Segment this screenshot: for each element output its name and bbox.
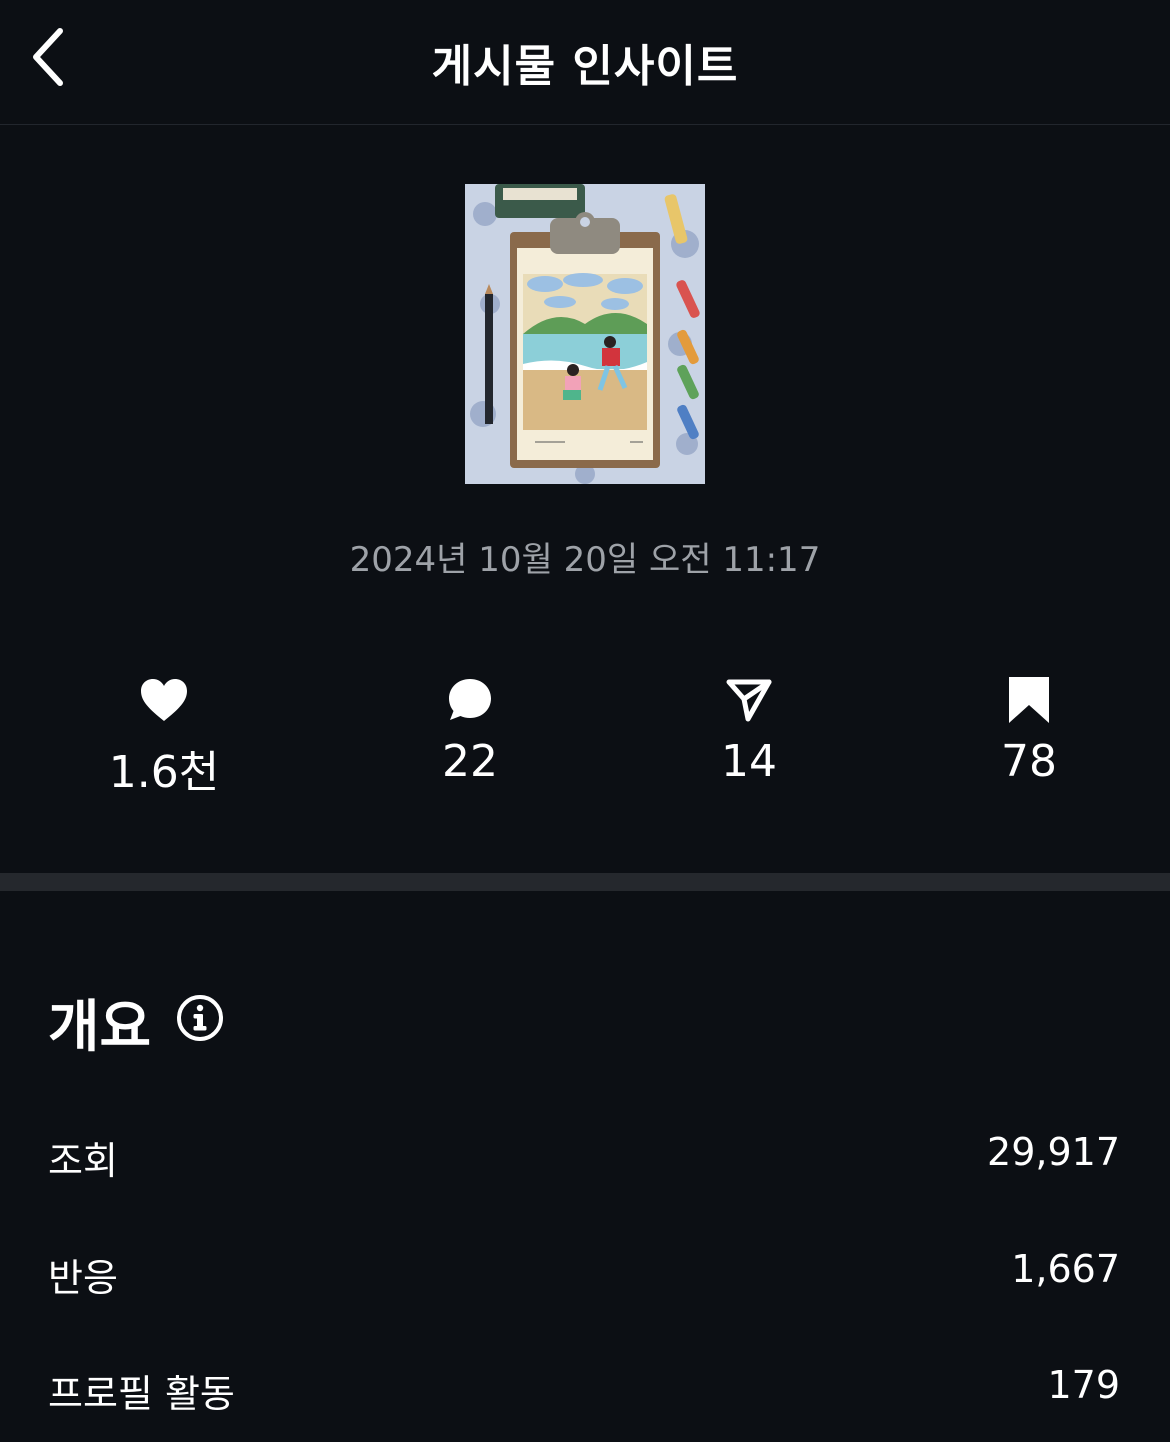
comment-icon (449, 679, 491, 720)
overview-title: 개요 (48, 995, 152, 1060)
views-value: 29,917 (987, 1130, 1120, 1174)
post-thumbnail-image (465, 184, 705, 484)
views-label: 조회 (48, 1139, 118, 1183)
saves-stat: 78 (929, 672, 1129, 787)
share-icon (726, 679, 772, 722)
comments-stat: 22 (370, 672, 570, 787)
top-bar: 게시물 인사이트 (0, 0, 1170, 125)
profile-activity-label: 프로필 활동 (48, 1372, 235, 1416)
post-thumbnail[interactable] (465, 184, 705, 484)
likes-stat: 1.6천 (64, 672, 264, 800)
post-insights-screen: 게시물 인사이트 2024년 10월 20일 오전 11:17 1.6천 22 … (0, 0, 1170, 1442)
interactions-value: 1,667 (1011, 1247, 1120, 1291)
shares-count: 14 (721, 736, 777, 787)
interactions-label: 반응 (48, 1256, 118, 1300)
profile-activity-value: 179 (1047, 1363, 1120, 1407)
shares-stat: 14 (649, 672, 849, 787)
post-date: 2024년 10월 20일 오전 11:17 (349, 540, 821, 580)
page-title: 게시물 인사이트 (431, 41, 739, 92)
saves-count: 78 (1001, 736, 1057, 787)
info-icon[interactable] (176, 994, 224, 1042)
section-divider (0, 873, 1170, 891)
heart-icon (141, 679, 187, 721)
bookmark-icon (1009, 677, 1049, 723)
comments-count: 22 (442, 736, 498, 787)
likes-count: 1.6천 (108, 747, 220, 798)
